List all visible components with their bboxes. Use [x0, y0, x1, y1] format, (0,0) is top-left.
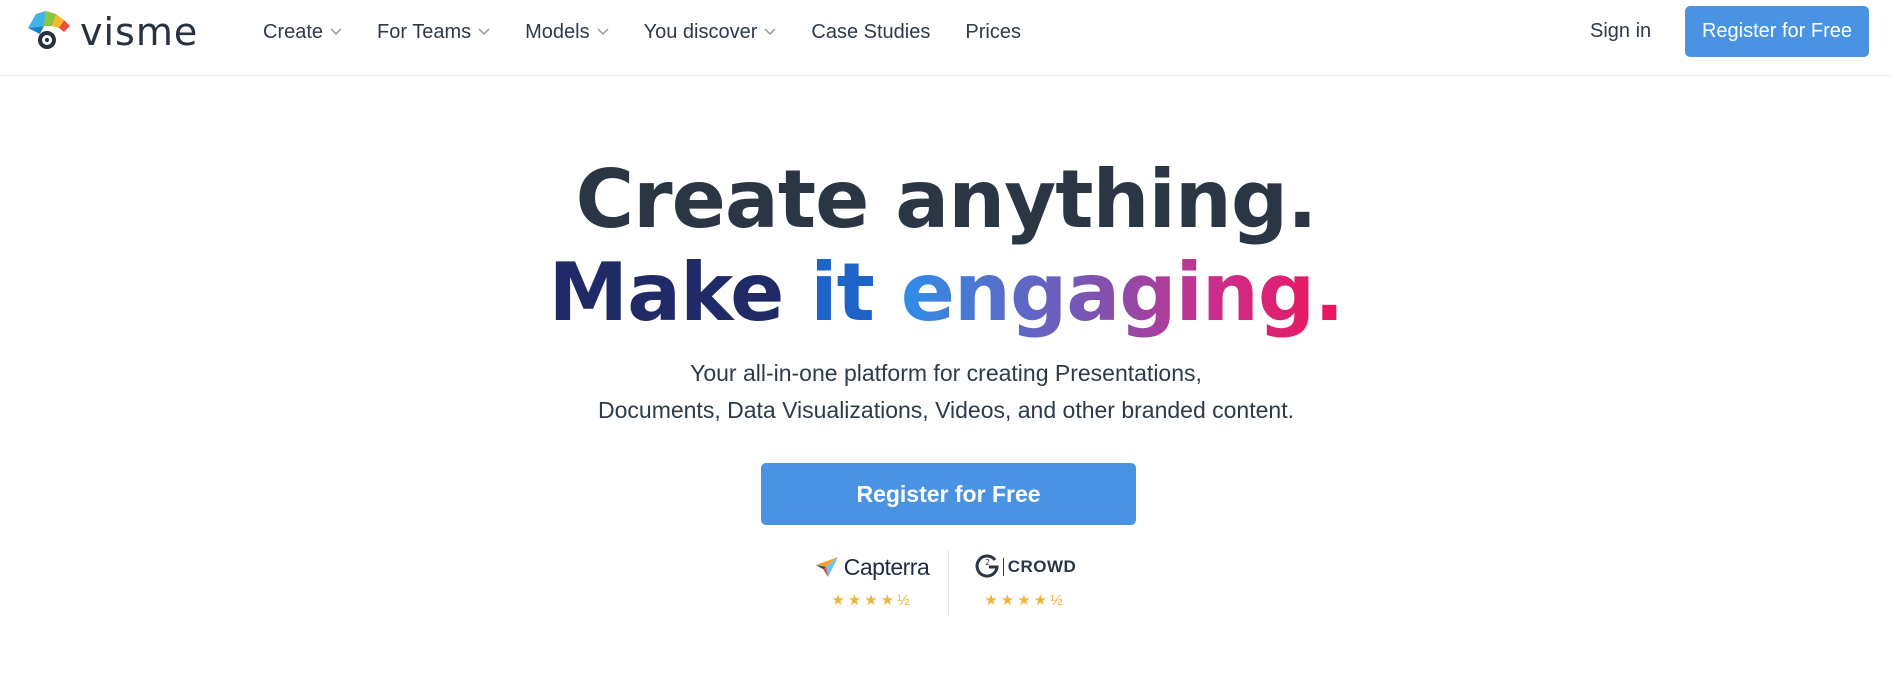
main-menu: Create For Teams Models You discover Cas…	[263, 0, 1056, 64]
capterra-logo-icon	[815, 557, 838, 577]
top-navigation: visme Create For Teams Models You discov…	[0, 0, 1892, 76]
g2-logo-icon: 2	[975, 554, 999, 578]
chevron-down-icon	[478, 28, 490, 36]
nav-item-label: Models	[525, 20, 590, 43]
sign-in-link[interactable]: Sign in	[1590, 20, 1651, 43]
svg-text:2: 2	[985, 558, 990, 567]
g2-crowd-stars: ★★★★½	[984, 592, 1066, 609]
nav-item-prices[interactable]: Prices	[965, 21, 1021, 44]
visme-chameleon-logo-icon	[28, 11, 70, 49]
nav-item-you-discover[interactable]: You discover	[644, 21, 777, 44]
nav-item-for-teams[interactable]: For Teams	[377, 21, 490, 44]
nav-item-label: Prices	[965, 20, 1021, 43]
chevron-down-icon	[330, 28, 342, 36]
nav-register-button[interactable]: Register for Free	[1685, 6, 1869, 57]
nav-item-label: For Teams	[377, 20, 472, 43]
brand-name: visme	[80, 10, 199, 54]
hero-subtitle-line-1: Your all-in-one platform for creating Pr…	[690, 360, 1202, 386]
capterra-rating: Capterra ★★★★½	[812, 550, 932, 609]
rating-divider	[948, 550, 949, 616]
hero-word-engaging: engaging.	[900, 246, 1345, 339]
hero-title-line-2: Make it engaging.	[0, 253, 1892, 333]
capterra-name: Capterra	[843, 553, 930, 580]
hero-register-button[interactable]: Register for Free	[761, 463, 1136, 525]
hero-word-make: Make	[548, 246, 784, 339]
visme-logo[interactable]: visme	[26, 10, 198, 54]
nav-item-label: Create	[263, 20, 324, 43]
hero-title-line-1: Create anything.	[575, 153, 1317, 246]
hero-subtitle-line-2: Documents, Data Visualizations, Videos, …	[598, 397, 1294, 423]
chevron-down-icon	[597, 28, 609, 36]
nav-item-label: Case Studies	[811, 20, 931, 43]
capterra-stars: ★★★★½	[831, 592, 913, 609]
g2-crowd-rating: 2 CROWD ★★★★½	[974, 550, 1077, 609]
g2-crowd-brand: 2 CROWD	[974, 550, 1077, 584]
nav-item-models[interactable]: Models	[525, 20, 609, 44]
hero-word-it: it	[810, 246, 875, 339]
capterra-brand: Capterra	[815, 550, 930, 584]
nav-item-label: You discover	[643, 20, 758, 43]
g2-crowd-name: CROWD	[1002, 558, 1077, 576]
nav-item-case-studies[interactable]: Case Studies	[811, 21, 930, 44]
nav-item-create[interactable]: Create	[263, 21, 342, 44]
chevron-down-icon	[764, 28, 776, 36]
